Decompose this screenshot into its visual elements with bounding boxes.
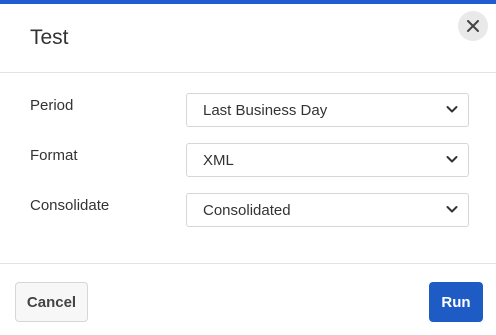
chevron-down-icon [446,106,458,113]
period-select[interactable]: Last Business Day [186,93,469,127]
format-label: Format [30,147,78,164]
consolidate-row: Consolidate Consolidated [0,193,496,227]
cancel-button[interactable]: Cancel [15,282,88,322]
period-row: Period Last Business Day [0,93,496,127]
test-dialog: Test Period Last Business Day Format XML [0,0,496,334]
chevron-down-icon [446,156,458,163]
consolidate-select-value: Consolidated [203,202,291,219]
consolidate-select[interactable]: Consolidated [186,193,469,227]
dialog-title: Test [30,26,69,49]
close-icon [467,20,479,32]
format-select-value: XML [203,152,234,169]
format-select[interactable]: XML [186,143,469,177]
period-label: Period [30,97,74,114]
format-row: Format XML [0,143,496,177]
period-select-value: Last Business Day [203,102,328,119]
dialog-header: Test [0,4,496,73]
run-button[interactable]: Run [429,282,483,322]
consolidate-label: Consolidate [30,197,110,214]
chevron-down-icon [446,206,458,213]
close-button[interactable] [458,11,488,41]
dialog-footer: Cancel Run [0,263,496,335]
